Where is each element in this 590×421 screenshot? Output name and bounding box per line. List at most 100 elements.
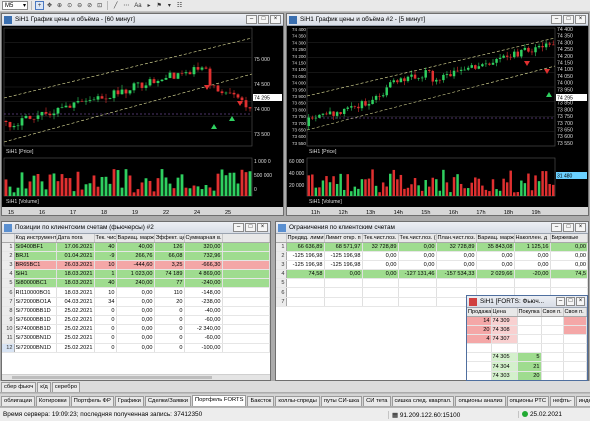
buy-volume-cell[interactable]: 5: [517, 352, 542, 363]
sell-volume-cell[interactable]: [467, 352, 492, 363]
table-row[interactable]: 5 Si80000BC1 18.03.2021 40 240,00 77 -240,00: [2, 278, 270, 289]
table-row[interactable]: 9 Si76000BB1D 25.02.2021 0 0,00 0 -60,00: [2, 315, 270, 326]
table-row[interactable]: 2 BRJ1 01.04.2021 -9 266,76 66,08 732,96: [2, 251, 270, 261]
own-order-cell[interactable]: [541, 316, 564, 326]
table-row[interactable]: 4 74,58 0,00 0,00 -127 131,46 -157 534,33 2 02…: [276, 269, 588, 280]
move-tool-button[interactable]: ✥: [45, 1, 54, 10]
arrow-tool-button[interactable]: ▸: [145, 1, 154, 10]
table-row[interactable]: 1 66 636,89 68 571,97 32 728,89 0,00 32 728,8…: [276, 242, 588, 252]
orderbook-row[interactable]: 20 74 308: [467, 325, 587, 335]
tab-silver[interactable]: серебро: [51, 382, 81, 392]
minimize-button[interactable]: –: [551, 223, 562, 232]
price-cell[interactable]: 74 305: [491, 352, 518, 363]
chart1-canvas[interactable]: SiH1 [Price] 75 000 74 500 74 000 73 500 74 2…: [2, 26, 283, 215]
own-order-cell[interactable]: [541, 371, 564, 380]
column-header[interactable]: Лимит откр. п: [324, 234, 363, 243]
workspace-tab[interactable]: облигации: [1, 396, 35, 406]
own-order-cell[interactable]: [563, 371, 587, 380]
zoom-reset-button[interactable]: ⊙: [65, 1, 74, 10]
own-order-cell[interactable]: [541, 334, 564, 345]
workspace-tab[interactable]: Баксток: [247, 396, 275, 406]
workspace-tab[interactable]: Котировки: [35, 396, 70, 406]
workspace-tab[interactable]: Портфель FORTS: [191, 395, 247, 406]
workspace-tab[interactable]: путы СИ-шка: [320, 396, 363, 406]
column-header[interactable]: Покупка: [517, 308, 542, 317]
close-button[interactable]: ×: [575, 223, 586, 232]
close-button[interactable]: ×: [576, 297, 585, 306]
chart1-title-bar[interactable]: SiH1 График цены и объёма - [60 минут] –…: [2, 14, 283, 26]
sell-volume-cell[interactable]: [467, 343, 492, 354]
maximize-button[interactable]: □: [566, 297, 575, 306]
column-header[interactable]: Своя п.: [563, 308, 587, 317]
sell-volume-cell[interactable]: 14: [467, 316, 492, 326]
sell-volume-cell[interactable]: [467, 371, 492, 380]
price-cell[interactable]: 74 308: [491, 325, 518, 335]
tab-kd[interactable]: к/д: [37, 382, 51, 392]
line-tool-button[interactable]: ╱: [111, 1, 120, 10]
orderbook-row[interactable]: 74 305 5: [467, 352, 587, 363]
chart-window-60min[interactable]: SiH1 График цены и объёма - [60 минут] –…: [1, 13, 284, 216]
limits-title-bar[interactable]: Ограничения по клиентским счетам – □ ×: [276, 222, 588, 234]
chart2-title-bar[interactable]: SiH1 График цены и объёма #2 - [5 минут]…: [287, 14, 588, 26]
workspace-tab[interactable]: СИ тета: [363, 396, 391, 406]
own-order-cell[interactable]: [563, 334, 587, 345]
table-row[interactable]: 12 Si72000BN1D 25.02.2021 0 0,00 0 -100,00: [2, 343, 270, 353]
workspace-tab[interactable]: Графики: [114, 396, 144, 406]
dropdown-button[interactable]: ▾: [165, 1, 174, 10]
horizontal-scrollbar[interactable]: [2, 374, 270, 380]
close-button[interactable]: ×: [257, 223, 268, 232]
orderbook-row[interactable]: [467, 343, 587, 354]
column-header[interactable]: Своя п.: [541, 308, 564, 317]
column-header[interactable]: План.чист.поз.: [436, 234, 477, 243]
positions-grid[interactable]: Код инструмента Дата пога Тек. чист. Вар…: [2, 234, 270, 374]
workspace-tab[interactable]: опционы анализ: [455, 396, 506, 406]
buy-volume-cell[interactable]: [517, 325, 542, 335]
table-row[interactable]: 11 Si73000BN1D 25.02.2021 0 0,00 0 -60,00: [2, 333, 270, 344]
orderbook-row[interactable]: 74 304 21: [467, 361, 587, 372]
zoom-in-button[interactable]: ⊕: [55, 1, 64, 10]
workspace-tab[interactable]: индекс: [575, 396, 590, 406]
buy-volume-cell[interactable]: [517, 343, 542, 354]
orderbook-title-bar[interactable]: SiH1 [FORTS: Фьюч... – □ ×: [467, 296, 587, 308]
workspace-tab[interactable]: коллы-спреды: [275, 396, 320, 406]
column-header[interactable]: Вариац. маржа: [116, 234, 155, 243]
sell-volume-cell[interactable]: [467, 361, 492, 372]
own-order-cell[interactable]: [563, 316, 587, 326]
maximize-button[interactable]: □: [245, 223, 256, 232]
minimize-button[interactable]: –: [246, 15, 257, 24]
minimize-button[interactable]: –: [556, 297, 565, 306]
maximize-button[interactable]: □: [563, 15, 574, 24]
orderbook-grid[interactable]: Продажа Цена Покупка Своя п. Своя п. 14 7…: [467, 308, 587, 380]
orderbook-window[interactable]: SiH1 [FORTS: Фьюч... – □ × Продажа Цена …: [466, 295, 588, 381]
price-cell[interactable]: 74 309: [491, 316, 518, 326]
table-row[interactable]: 2 -125 196,98 -125 196,98 0,00 0,00 0,00 0,00 0…: [276, 251, 588, 261]
select-area-button[interactable]: ⊡: [95, 1, 104, 10]
table-row[interactable]: 8 Si77000BB1D 25.02.2021 0 0,00 0 -40,00: [2, 306, 270, 317]
price-cell[interactable]: 74 307: [491, 334, 518, 345]
column-header[interactable]: Вариац. маржа: [476, 234, 515, 243]
price-cell[interactable]: 74 303: [491, 371, 518, 380]
column-header[interactable]: Продажа: [467, 308, 492, 317]
maximize-button[interactable]: □: [563, 223, 574, 232]
workspace-tab[interactable]: нефть-: [550, 396, 575, 406]
buy-volume-cell[interactable]: [517, 334, 542, 345]
price-cell[interactable]: 74 304: [491, 361, 518, 372]
own-order-cell[interactable]: [541, 325, 564, 335]
flag-tool-button[interactable]: ⚑: [155, 1, 164, 10]
table-row[interactable]: 3 -125 196,98 -125 196,98 0,00 0,00 0,00 0,00 0…: [276, 260, 588, 271]
table-row[interactable]: 10 Si74000BB1D 25.02.2021 0 0,00 0 -2 340,00: [2, 324, 270, 335]
table-row[interactable]: 6 RI110000BO1 18.03.2021 10 0,00 110 -148,00: [2, 287, 270, 298]
column-header[interactable]: Биржевые: [550, 234, 588, 243]
column-header[interactable]: Дата пога: [56, 234, 95, 243]
own-order-cell[interactable]: [563, 361, 587, 372]
buy-volume-cell[interactable]: [517, 316, 542, 326]
orderbook-row[interactable]: 4 74 307: [467, 334, 587, 345]
positions-window[interactable]: Позиции по клиентским счетам (фьючерсы) …: [1, 221, 271, 381]
orderbook-row[interactable]: 74 303 20: [467, 371, 587, 380]
column-header[interactable]: Предвд. лимит: [286, 234, 325, 243]
close-button[interactable]: ×: [575, 15, 586, 24]
table-row[interactable]: 7 Si72000BO1A 04.03.2021 34 0,00 20 -238,00: [2, 297, 270, 307]
zoom-out-button[interactable]: ⊖: [75, 1, 84, 10]
price-cell[interactable]: [491, 343, 518, 354]
column-header[interactable]: Код инструмента: [14, 234, 57, 243]
